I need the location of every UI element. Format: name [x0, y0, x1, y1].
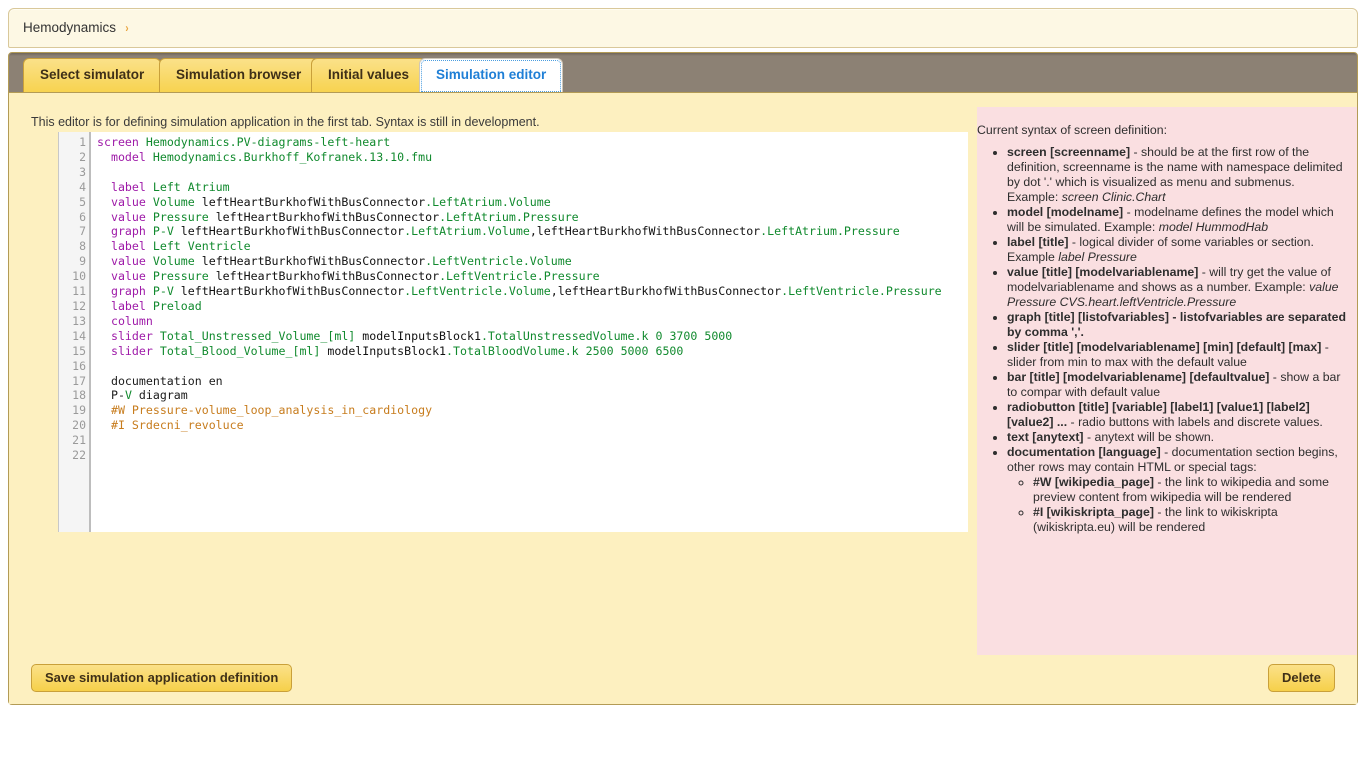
- breadcrumb-bar: Hemodynamics ›: [8, 8, 1358, 48]
- docs-item: slider [title] [modelvariablename] [min]…: [1007, 340, 1349, 370]
- code-line: slider Total_Blood_Volume_[ml] modelInpu…: [110, 343, 684, 358]
- tab-select-simulator[interactable]: Select simulator: [23, 58, 162, 92]
- code-line: value Pressure leftHeartBurkhofWithBusCo…: [110, 269, 600, 284]
- syntax-documentation-panel: Current syntax of screen definition: scr…: [977, 107, 1357, 655]
- tab-simulation-editor[interactable]: Simulation editor: [419, 58, 564, 92]
- line-number: 4: [79, 179, 86, 194]
- docs-item-term: documentation [language]: [1007, 445, 1161, 459]
- tab-initial-values[interactable]: Initial values: [311, 58, 427, 92]
- line-number-gutter: 1 2 3 4 5 6 7 8 9 10 11 12 13 14 15 16 17 18 19 20 21 22: [59, 132, 91, 532]
- docs-item-term: label [title]: [1007, 235, 1069, 249]
- save-simulation-application-definition-button[interactable]: Save simulation application definition: [31, 664, 293, 692]
- docs-item-description: - anytext will be shown.: [1083, 430, 1215, 444]
- docs-item-term: model [modelname]: [1007, 205, 1124, 219]
- docs-item: text [anytext] - anytext will be shown.: [1007, 430, 1349, 445]
- docs-item-term: bar [title] [modelvariablename] [default…: [1007, 370, 1270, 384]
- docs-item: value [title] [modelvariablename] - will…: [1007, 265, 1349, 310]
- line-number: 20: [72, 418, 86, 433]
- docs-subitem: #I [wikiskripta_page] - the link to wiki…: [1033, 505, 1349, 535]
- docs-item: model [modelname] - modelname defines th…: [1007, 205, 1349, 235]
- tab-simulation-browser[interactable]: Simulation browser: [159, 58, 319, 92]
- docs-item-term: slider [title] [modelvariablename] [min]…: [1007, 340, 1322, 354]
- code-line: label Preload: [110, 298, 202, 313]
- docs-subitem: #W [wikipedia_page] - the link to wikipe…: [1033, 475, 1349, 505]
- docs-item-term: text [anytext]: [1007, 430, 1084, 444]
- code-editor[interactable]: 1 2 3 4 5 6 7 8 9 10 11 12 13 14 15 16 17 18 19 20 21 22 scre…: [58, 132, 968, 532]
- code-line: slider Total_Unstressed_Volume_[ml] mode…: [110, 328, 733, 343]
- code-line: #I Srdecni_revoluce: [110, 418, 244, 433]
- code-line: column: [110, 313, 153, 328]
- breadcrumb: Hemodynamics ›: [23, 20, 129, 35]
- code-line: model Hemodynamics.Burkhoff_Kofranek.13.…: [110, 149, 433, 164]
- delete-button[interactable]: Delete: [1267, 664, 1335, 692]
- line-number: 8: [79, 239, 86, 254]
- docs-item-example: label Pressure: [1058, 250, 1137, 264]
- docs-item-example: model HummodHab: [1158, 220, 1269, 234]
- docs-item-text: graph [title] [listofvariables] - listof…: [1007, 310, 1346, 339]
- code-line: value Volume leftHeartBurkhofWithBusConn…: [110, 254, 572, 269]
- line-number: 5: [79, 194, 86, 209]
- line-number: 18: [72, 388, 86, 403]
- line-number: 7: [79, 224, 86, 239]
- line-number: 2: [79, 149, 86, 164]
- code-line: #W Pressure-volume_loop_analysis_in_card…: [110, 403, 433, 418]
- line-number: 9: [79, 254, 86, 269]
- docs-item: documentation [language] - documentation…: [1007, 445, 1349, 535]
- footer-bar: Save simulation application definition D…: [9, 655, 1357, 704]
- docs-intro-text: Current syntax of screen definition:: [977, 123, 1168, 137]
- docs-item: screen [screenname] - should be at the f…: [1007, 145, 1349, 205]
- docs-sublist: #W [wikipedia_page] - the link to wikipe…: [1007, 475, 1349, 535]
- docs-item-term: value [title] [modelvariablename]: [1007, 265, 1199, 279]
- code-line: screen Hemodynamics.PV-diagrams-left-hea…: [97, 135, 391, 149]
- code-line: label Left Atrium: [110, 179, 230, 194]
- breadcrumb-item-hemodynamics[interactable]: Hemodynamics: [23, 20, 116, 35]
- chevron-right-icon: ›: [125, 21, 129, 35]
- line-number: 14: [72, 328, 86, 343]
- line-number: 1: [79, 135, 86, 149]
- docs-item: radiobutton [title] [variable] [label1] …: [1007, 400, 1349, 430]
- docs-item: label [title] - logical divider of some …: [1007, 235, 1349, 265]
- code-line: graph P-V leftHeartBurkhofWithBusConnect…: [110, 284, 942, 299]
- line-number: 13: [72, 313, 86, 328]
- content-body: This editor is for defining simulation a…: [9, 93, 1357, 655]
- line-number: 12: [72, 298, 86, 313]
- line-number: 22: [72, 448, 86, 463]
- code-line: value Volume leftHeartBurkhofWithBusConn…: [110, 194, 551, 209]
- docs-item: bar [title] [modelvariablename] [default…: [1007, 370, 1349, 400]
- line-number: 6: [79, 209, 86, 224]
- line-number: 17: [72, 373, 86, 388]
- docs-item-term: #W [wikipedia_page]: [1033, 475, 1154, 489]
- docs-item-term: screen [screenname]: [1007, 145, 1131, 159]
- code-line: label Left Ventricle: [110, 239, 251, 254]
- docs-list: screen [screenname] - should be at the f…: [977, 145, 1349, 535]
- docs-item-example: screen Clinic.Chart: [1061, 190, 1166, 204]
- code-line: documentation en: [110, 373, 223, 388]
- code-line: P-V diagram: [110, 388, 188, 403]
- line-number: 15: [72, 343, 86, 358]
- line-number: 21: [72, 433, 86, 448]
- docs-item-term: #I [wikiskripta_page]: [1033, 505, 1154, 519]
- line-number: 11: [72, 284, 86, 299]
- docs-item: graph [title] [listofvariables] - listof…: [1007, 310, 1349, 340]
- docs-item-description: - radio buttons with labels and discrete…: [1067, 415, 1323, 429]
- line-number: 19: [72, 403, 86, 418]
- code-line: value Pressure leftHeartBurkhofWithBusCo…: [110, 209, 579, 224]
- editor-hint-text: This editor is for defining simulation a…: [31, 115, 540, 129]
- simulation-editor-panel: Select simulator Simulation browser Init…: [8, 52, 1358, 705]
- line-number: 3: [79, 164, 86, 179]
- code-text-area[interactable]: screen Hemodynamics.PV-diagrams-left-hea…: [91, 132, 968, 532]
- line-number: 16: [72, 358, 86, 373]
- code-line: graph P-V leftHeartBurkhofWithBusConnect…: [110, 224, 900, 239]
- line-number: 10: [72, 269, 86, 284]
- tab-strip: Select simulator Simulation browser Init…: [9, 53, 1357, 93]
